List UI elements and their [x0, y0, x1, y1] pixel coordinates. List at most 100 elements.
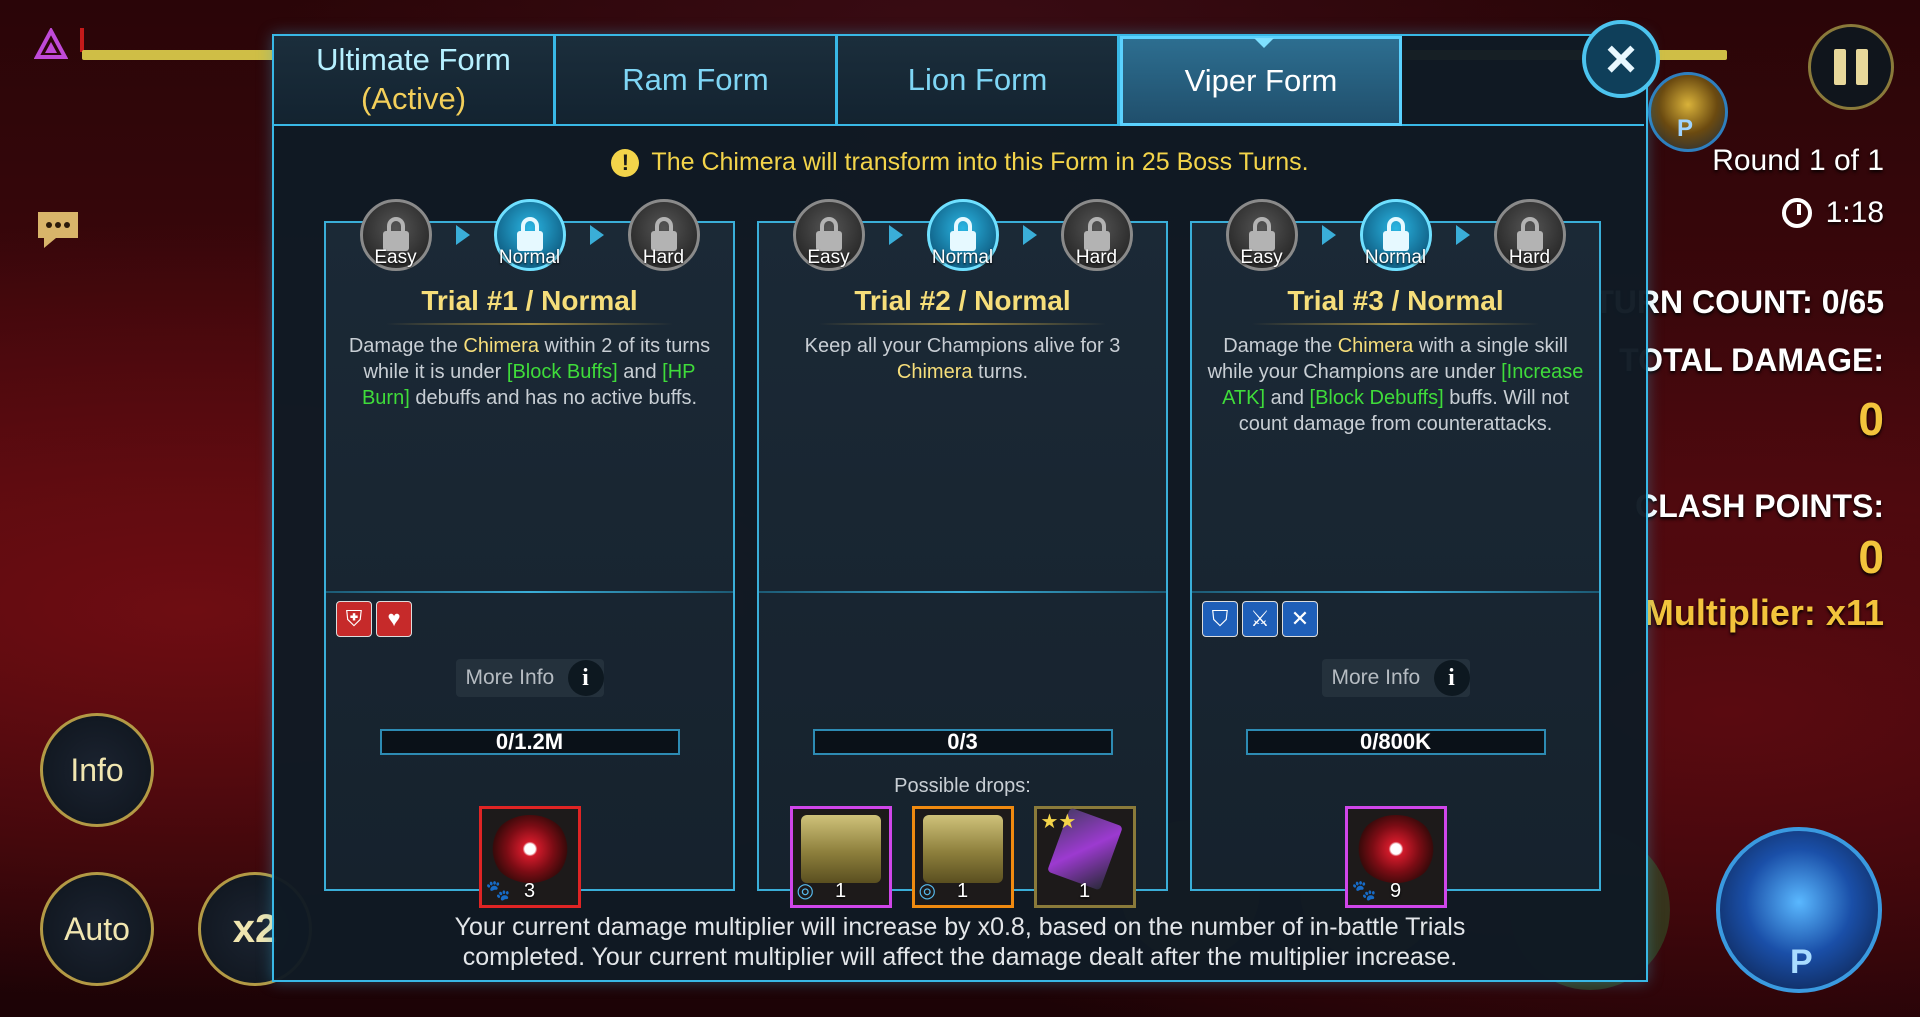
menu-triangle-icon[interactable] — [34, 28, 68, 60]
required-effects: ⛨ ♥ — [336, 601, 412, 637]
info-button[interactable]: Info — [40, 713, 154, 827]
pause-icon-bar — [1834, 49, 1846, 85]
clock-icon — [1781, 198, 1812, 228]
pause-button[interactable] — [1808, 24, 1894, 110]
card-divider — [1192, 591, 1599, 593]
trial-description: Damage the Chimera with a single skill w… — [1206, 333, 1585, 437]
trials-dialog: Ultimate Form (Active) Ram Form Lion For… — [272, 34, 1648, 982]
difficulty-easy[interactable]: Easy — [358, 199, 434, 271]
chest-icon — [800, 815, 881, 883]
star-icon: ★★ — [1040, 811, 1077, 833]
description-segment: and — [1265, 387, 1310, 409]
clash-points-label: CLASH POINTS: — [1635, 488, 1884, 524]
form-tabs: Ultimate Form (Active) Ram Form Lion For… — [274, 36, 1644, 126]
difficulty-easy[interactable]: Easy — [1224, 199, 1300, 271]
round-indicator: Round 1 of 1 — [1712, 144, 1884, 177]
trial-card-3: Easy Normal Hard Trial #3 / Normal Damage th… — [1190, 199, 1601, 908]
difficulty-hard[interactable]: Hard — [626, 199, 702, 271]
difficulty-normal[interactable]: Normal — [1358, 199, 1434, 271]
warning-icon: ! — [611, 148, 640, 177]
reward-item-chest[interactable]: ◎ 1 — [911, 806, 1014, 908]
reward-item-shard[interactable]: ★★ 1 — [1033, 806, 1136, 908]
tab-label: Ultimate Form — [316, 42, 511, 78]
difficulty-hard[interactable]: Hard — [1059, 199, 1135, 271]
tab-ultimate-form[interactable]: Ultimate Form (Active) — [274, 36, 556, 126]
chest-icon — [922, 815, 1003, 883]
difficulty-hard[interactable]: Hard — [1492, 199, 1568, 271]
battle-timer: 1:18 — [1781, 196, 1884, 230]
trial-progress: 0/3 — [812, 729, 1113, 755]
description-segment: Chimera — [463, 335, 539, 357]
arrow-right-icon — [1455, 225, 1470, 245]
tab-lion-form[interactable]: Lion Form — [838, 36, 1120, 126]
reward-count: 1 — [956, 880, 969, 902]
reward-count: 3 — [523, 880, 536, 902]
reward-item-eye[interactable]: 🐾 9 — [1344, 806, 1447, 908]
more-info-button[interactable]: More Info i — [455, 659, 604, 697]
difficulty-label: Normal — [498, 247, 561, 268]
tab-ram-form[interactable]: Ram Form — [556, 36, 838, 126]
hero-badge: P — [1790, 943, 1813, 981]
arrow-right-icon — [1022, 225, 1037, 245]
difficulty-normal[interactable]: Normal — [925, 199, 1001, 271]
reward-count: 1 — [1078, 880, 1091, 902]
required-effects: ⛉ ⚔ ✕ — [1202, 601, 1318, 637]
boss-hp-marker — [80, 28, 84, 52]
arrow-right-icon — [1321, 225, 1336, 245]
timer-value: 1:18 — [1825, 196, 1884, 229]
difficulty-label: Easy — [374, 247, 417, 268]
clash-points-value: 0 — [1858, 531, 1884, 583]
trial-card-1: Easy Normal Hard Trial #1 / Normal Damage th… — [324, 199, 735, 908]
arrow-right-icon — [888, 225, 903, 245]
trial-description: Keep all your Champions alive for 3 Chim… — [773, 333, 1152, 385]
arrow-right-icon — [589, 225, 604, 245]
description-segment: and — [617, 361, 663, 383]
eye-icon — [489, 815, 570, 883]
arrow-right-icon — [455, 225, 470, 245]
info-icon: i — [567, 660, 604, 696]
trial-title: Trial #3 / Normal — [1287, 285, 1504, 316]
description-segment: Chimera — [896, 361, 973, 383]
description-segment: Damage the — [348, 335, 464, 357]
description-segment: Keep all your Champions alive for 3 — [804, 335, 1121, 357]
difficulty-label: Hard — [1075, 247, 1118, 268]
close-button[interactable]: × — [1582, 20, 1660, 98]
block-debuffs-icon[interactable]: ✕ — [1282, 601, 1318, 637]
difficulty-normal[interactable]: Normal — [492, 199, 568, 271]
shield-icon[interactable]: ⛉ — [1202, 601, 1238, 637]
eye-icon — [1355, 815, 1436, 883]
description-segment: Chimera — [1337, 335, 1414, 357]
difficulty-label: Easy — [807, 247, 850, 268]
footer-line-1: Your current damage multiplier will incr… — [454, 913, 1466, 941]
difficulty-selector: Easy Normal Hard — [326, 199, 733, 271]
trial-title: Trial #1 / Normal — [421, 285, 638, 316]
chat-icon[interactable] — [34, 208, 82, 250]
tab-active-suffix: (Active) — [360, 81, 467, 116]
transform-notice: ! The Chimera will transform into this F… — [274, 148, 1646, 177]
description-segment: [Block Buffs] — [506, 361, 618, 383]
hp-burn-icon[interactable]: ♥ — [376, 601, 412, 637]
more-info-label: More Info — [465, 666, 555, 689]
difficulty-selector: Easy Normal Hard — [1192, 199, 1599, 271]
block-buffs-icon[interactable]: ⛨ — [336, 601, 372, 637]
reward-drops: 🐾 3 — [326, 806, 733, 908]
reward-drops: 🐾 9 — [1192, 806, 1599, 908]
description-segment: Damage the — [1223, 335, 1338, 357]
trial-title: Trial #2 / Normal — [854, 285, 1071, 316]
card-divider — [759, 591, 1166, 593]
info-icon: i — [1433, 660, 1470, 696]
auto-button[interactable]: Auto — [40, 872, 154, 986]
description-segment: [Block Debuffs] — [1309, 387, 1444, 409]
difficulty-easy[interactable]: Easy — [791, 199, 867, 271]
multiplier-footer: Your current damage multiplier will incr… — [274, 912, 1646, 972]
reward-drops: ◎ 1 ◎ 1 ★★ 1 — [759, 806, 1166, 908]
reward-item-eye[interactable]: 🐾 3 — [478, 806, 581, 908]
increase-atk-icon[interactable]: ⚔ — [1242, 601, 1278, 637]
reward-item-chest[interactable]: ◎ 1 — [789, 806, 892, 908]
hero-portrait[interactable]: P — [1716, 827, 1882, 993]
difficulty-label: Hard — [1508, 247, 1551, 268]
tab-viper-form[interactable]: Viper Form — [1120, 36, 1402, 126]
more-info-button[interactable]: More Info i — [1321, 659, 1470, 697]
description-segment: turns. — [972, 361, 1029, 383]
boss-avatar[interactable]: P — [1648, 72, 1728, 152]
